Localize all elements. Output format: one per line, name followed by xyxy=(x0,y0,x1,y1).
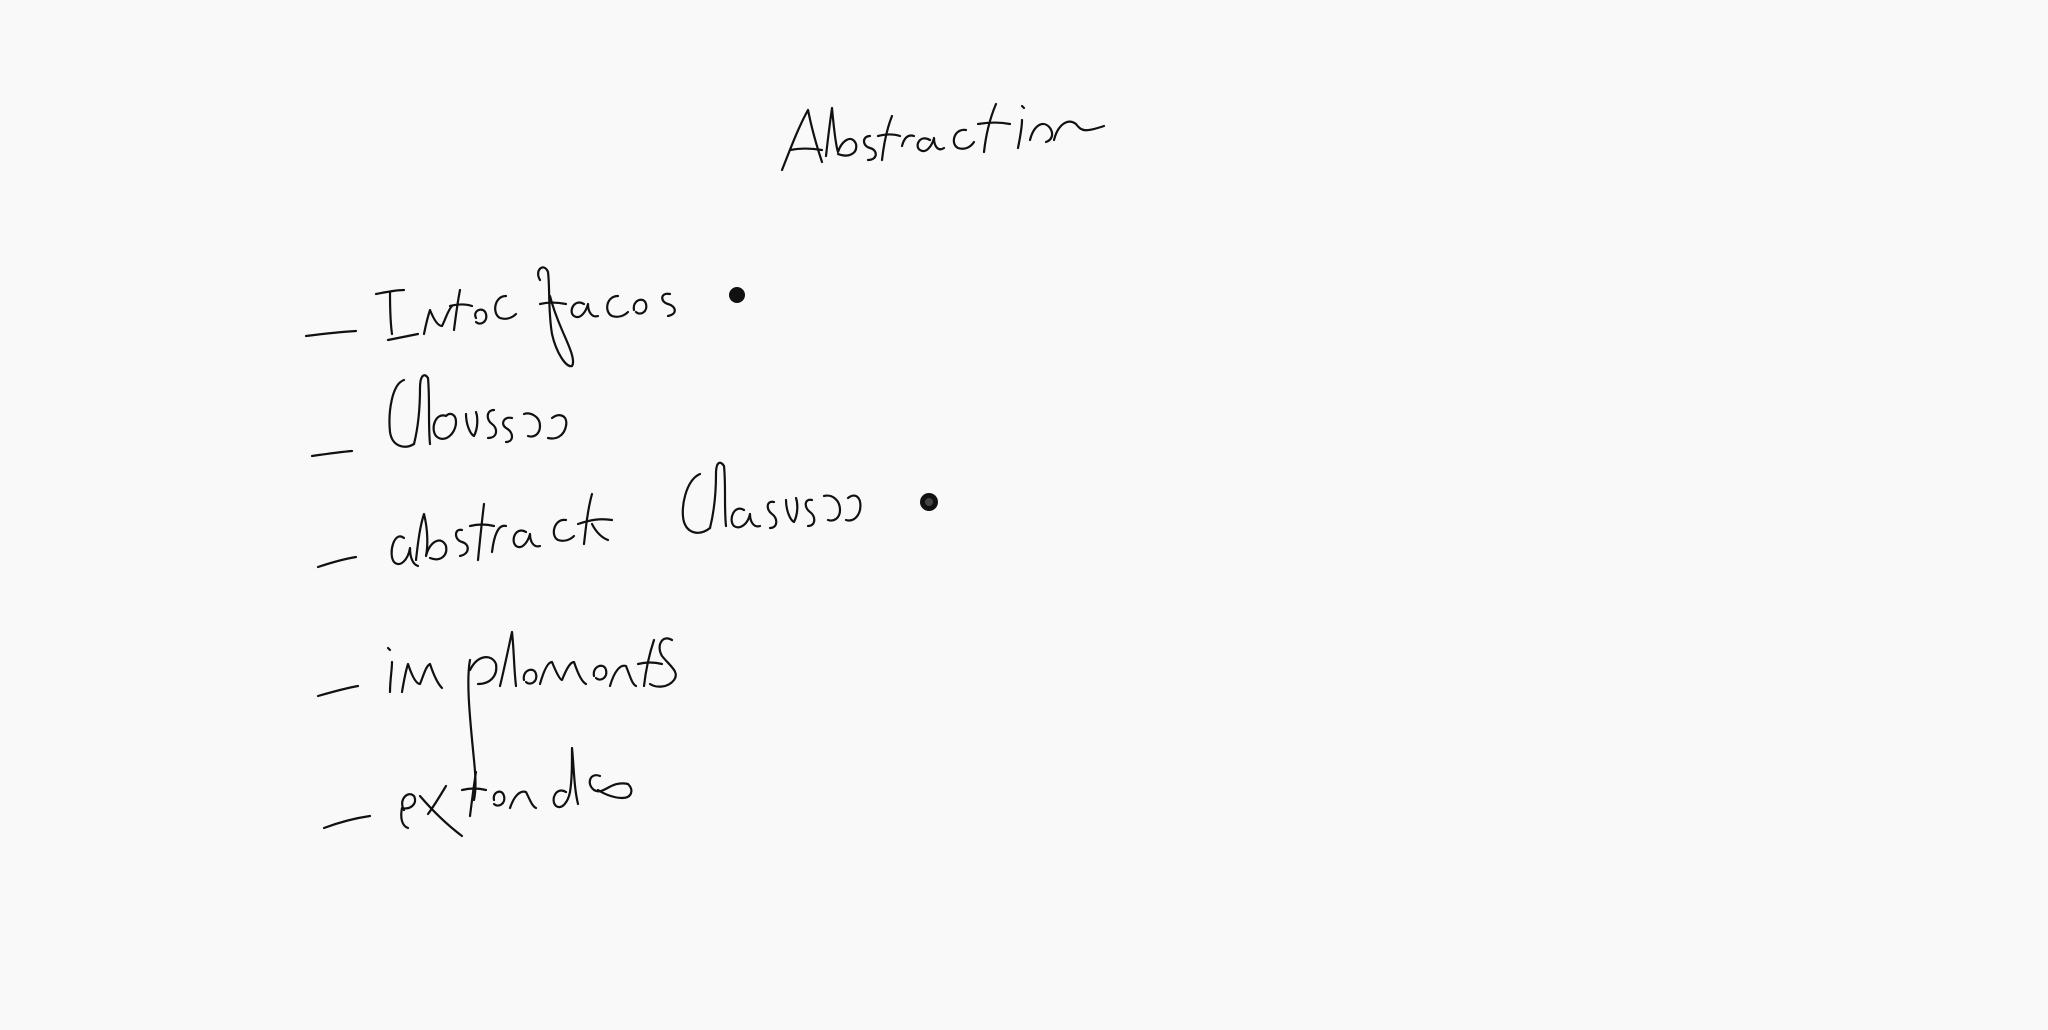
item-3-handwriting xyxy=(316,461,938,569)
item-4-handwriting xyxy=(316,630,677,802)
item-2-handwriting xyxy=(310,374,568,458)
whiteboard-canvas[interactable]: Abstraction Interfaces classes abstract … xyxy=(0,0,2048,1025)
item-1-dash-icon xyxy=(304,329,358,338)
item-5-handwriting xyxy=(322,746,633,838)
item-1-handwriting xyxy=(304,266,745,368)
title-handwriting xyxy=(780,102,1106,172)
item-3-dash-icon xyxy=(316,555,358,569)
item-1-bullet-dot-icon xyxy=(729,287,745,303)
handwriting-layer xyxy=(304,102,1106,838)
item-2-dash-icon xyxy=(310,449,354,458)
item-5-dash-icon xyxy=(322,814,372,830)
item-4-dash-icon xyxy=(316,684,360,698)
